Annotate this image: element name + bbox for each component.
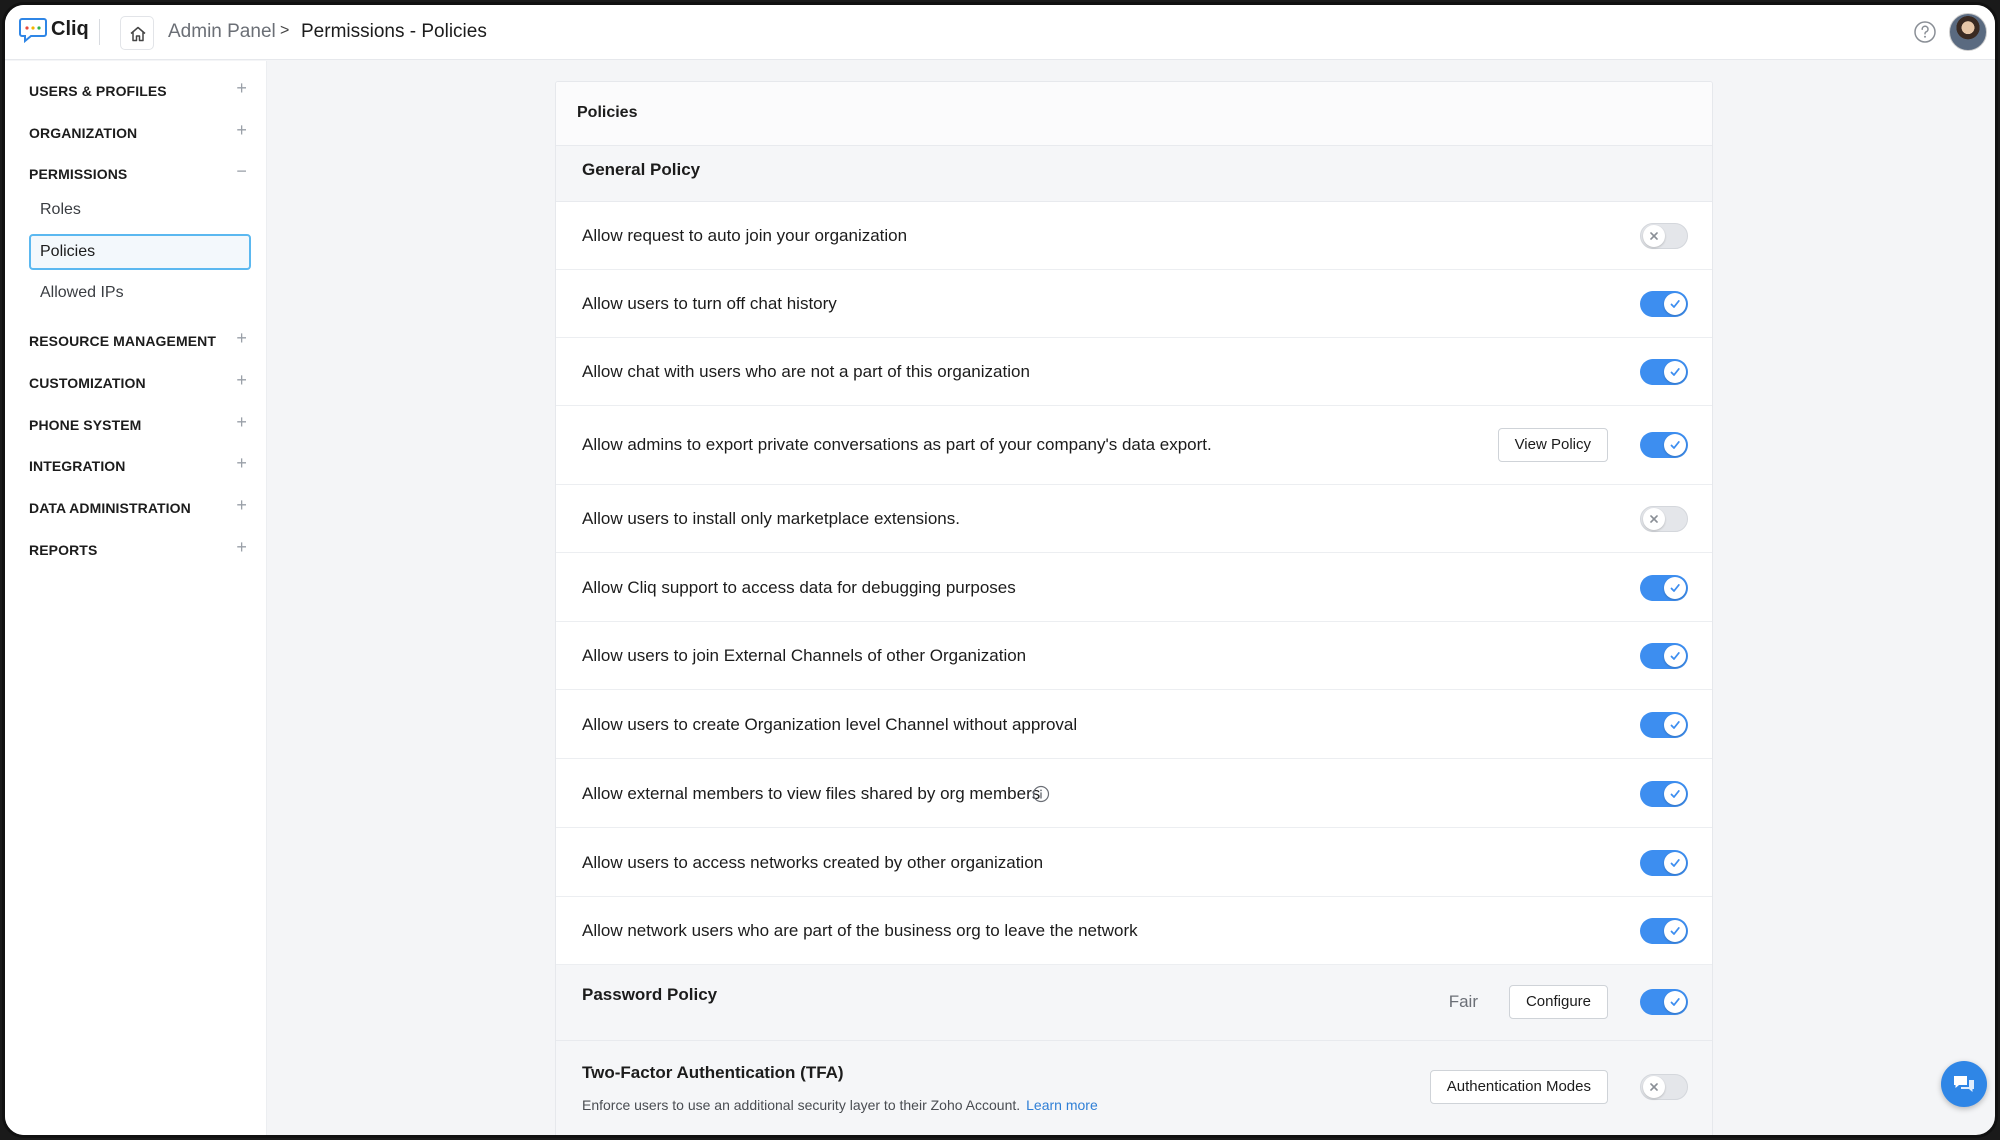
policy-row: Allow users to create Organization level… <box>556 690 1712 759</box>
cross-icon <box>1650 232 1658 240</box>
tfa-description: Enforce users to use an additional secur… <box>582 1097 1098 1113</box>
check-icon <box>1670 368 1680 376</box>
configure-button[interactable]: Configure <box>1508 985 1608 1019</box>
check-icon <box>1670 998 1680 1006</box>
password-policy-row: Password Policy Fair Configure <box>556 965 1712 1041</box>
card-header: Policies <box>556 82 1712 146</box>
password-policy-title: Password Policy <box>582 985 718 1004</box>
check-icon <box>1670 652 1680 660</box>
breadcrumb-current: Permissions - Policies <box>301 21 487 42</box>
sidebar-item-allowed-ips[interactable]: Allowed IPs <box>29 275 251 311</box>
plus-icon[interactable]: + <box>236 370 247 391</box>
sidebar-section-customization[interactable]: CUSTOMIZATION + <box>29 368 247 398</box>
policy-row: Allow users to access networks created b… <box>556 828 1712 897</box>
policy-toggle[interactable] <box>1640 918 1688 944</box>
sidebar-item-roles[interactable]: Roles <box>29 192 251 228</box>
check-icon <box>1670 441 1680 449</box>
home-icon <box>130 26 146 42</box>
app-name[interactable]: Cliq <box>51 18 89 41</box>
top-bar: Cliq Admin Panel > Permissions - Policie… <box>5 5 1995 60</box>
plus-icon[interactable]: + <box>236 495 247 516</box>
sidebar-section-users-profiles[interactable]: USERS & PROFILES + <box>29 76 247 106</box>
tfa-row: Two-Factor Authentication (TFA) Enforce … <box>556 1041 1712 1135</box>
check-icon <box>1670 927 1680 935</box>
policy-row: Allow users to turn off chat history <box>556 270 1712 338</box>
home-button[interactable] <box>120 16 154 50</box>
check-icon <box>1670 790 1680 798</box>
policy-toggle[interactable] <box>1640 850 1688 876</box>
policy-row: Allow Cliq support to access data for de… <box>556 553 1712 622</box>
sidebar-section-integration[interactable]: INTEGRATION + <box>29 451 247 481</box>
tfa-toggle[interactable] <box>1640 1074 1688 1100</box>
help-icon[interactable] <box>1913 20 1937 44</box>
general-policy-title: General Policy <box>582 160 701 179</box>
cross-icon <box>1650 515 1658 523</box>
authentication-modes-button[interactable]: Authentication Modes <box>1429 1070 1608 1104</box>
check-icon <box>1670 859 1680 867</box>
chat-bubble-button[interactable] <box>1941 1061 1987 1107</box>
policy-toggle[interactable] <box>1640 359 1688 385</box>
sidebar-section-reports[interactable]: REPORTS + <box>29 535 247 565</box>
policy-row: Allow chat with users who are not a part… <box>556 338 1712 406</box>
sidebar: USERS & PROFILES + ORGANIZATION + PERMIS… <box>5 61 267 1135</box>
chat-icon <box>1954 1076 1974 1092</box>
card-title: Policies <box>577 104 638 121</box>
policy-toggle[interactable] <box>1640 223 1688 249</box>
plus-icon[interactable]: + <box>236 412 247 433</box>
policy-toggle[interactable] <box>1640 643 1688 669</box>
user-avatar[interactable] <box>1949 13 1987 51</box>
policy-toggle[interactable] <box>1640 781 1688 807</box>
sidebar-section-organization[interactable]: ORGANIZATION + <box>29 118 247 148</box>
plus-icon[interactable]: + <box>236 78 247 99</box>
breadcrumb-admin-panel[interactable]: Admin Panel <box>168 21 276 43</box>
learn-more-link[interactable]: Learn more <box>1026 1097 1098 1113</box>
breadcrumb-separator: > <box>280 22 290 39</box>
sidebar-item-policies[interactable]: Policies <box>29 234 251 270</box>
policies-card: Policies General Policy Allow request to… <box>555 81 1713 1135</box>
sidebar-section-permissions[interactable]: PERMISSIONS − <box>29 159 247 189</box>
app-window: Cliq Admin Panel > Permissions - Policie… <box>2 2 1998 1138</box>
tfa-title: Two-Factor Authentication (TFA) <box>582 1063 844 1082</box>
header-divider <box>99 19 100 45</box>
sidebar-section-phone-system[interactable]: PHONE SYSTEM + <box>29 410 247 440</box>
check-icon <box>1670 721 1680 729</box>
view-policy-button[interactable]: View Policy <box>1497 428 1608 462</box>
check-icon <box>1670 584 1680 592</box>
plus-icon[interactable]: + <box>236 453 247 474</box>
cross-icon <box>1650 1083 1658 1091</box>
plus-icon[interactable]: + <box>236 120 247 141</box>
general-policy-header: General Policy <box>556 146 1712 202</box>
plus-icon[interactable]: + <box>236 328 247 349</box>
policy-row: Allow users to join External Channels of… <box>556 622 1712 690</box>
policy-row: Allow request to auto join your organiza… <box>556 202 1712 270</box>
check-icon <box>1670 300 1680 308</box>
policy-row: Allow users to install only marketplace … <box>556 485 1712 553</box>
info-icon[interactable] <box>1032 785 1050 803</box>
sidebar-section-resource-management[interactable]: RESOURCE MANAGEMENT + <box>29 326 247 356</box>
policy-row: Allow external members to view files sha… <box>556 759 1712 828</box>
policy-toggle[interactable] <box>1640 291 1688 317</box>
policy-toggle[interactable] <box>1640 432 1688 458</box>
policy-row: Allow admins to export private conversat… <box>556 406 1712 485</box>
sidebar-section-data-administration[interactable]: DATA ADMINISTRATION + <box>29 493 247 523</box>
cliq-logo-icon[interactable] <box>19 17 47 43</box>
password-strength: Fair <box>1448 992 1478 1011</box>
password-policy-toggle[interactable] <box>1640 989 1688 1015</box>
plus-icon[interactable]: + <box>236 537 247 558</box>
policy-toggle[interactable] <box>1640 712 1688 738</box>
policy-toggle[interactable] <box>1640 506 1688 532</box>
policy-toggle[interactable] <box>1640 575 1688 601</box>
policy-row: Allow network users who are part of the … <box>556 897 1712 965</box>
minus-icon[interactable]: − <box>236 161 247 182</box>
